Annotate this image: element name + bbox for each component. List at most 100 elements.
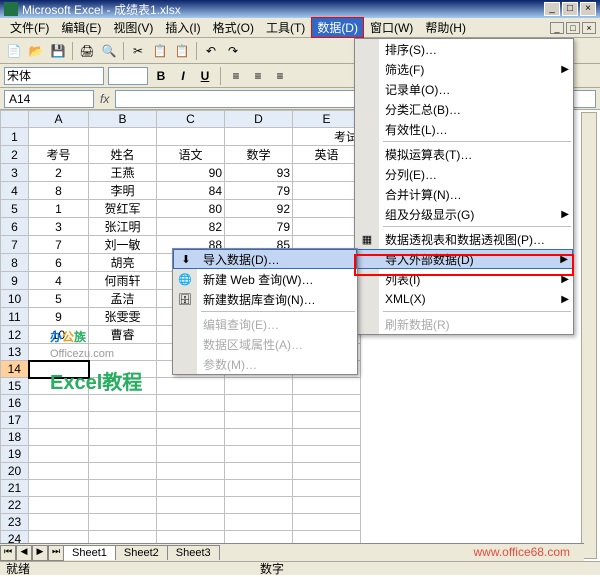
row-header[interactable]: 6	[1, 218, 29, 236]
cell[interactable]: 92	[225, 200, 293, 218]
cell[interactable]: 刘一敏	[89, 236, 157, 254]
cell[interactable]: 4	[29, 272, 89, 290]
menu-group[interactable]: 组及分级显示(G)▶	[355, 204, 573, 224]
menu-sort[interactable]: 排序(S)…	[355, 39, 573, 59]
row-header[interactable]: 16	[1, 395, 29, 412]
menu-tools[interactable]: 工具(T)	[260, 17, 311, 38]
cell[interactable]: 孟洁	[89, 290, 157, 308]
row-header[interactable]: 4	[1, 182, 29, 200]
close-button[interactable]: ×	[580, 2, 596, 16]
cell[interactable]: 考试	[293, 128, 361, 146]
mdi-restore[interactable]: □	[566, 22, 580, 34]
align-left-icon[interactable]: ≡	[227, 67, 245, 85]
maximize-button[interactable]: □	[562, 2, 578, 16]
row-header[interactable]: 11	[1, 308, 29, 326]
menu-file[interactable]: 文件(F)	[4, 17, 55, 38]
row-header[interactable]: 9	[1, 272, 29, 290]
cell[interactable]: 何雨轩	[89, 272, 157, 290]
cell[interactable]: 7	[29, 236, 89, 254]
select-all-corner[interactable]	[1, 111, 29, 128]
row-header[interactable]: 17	[1, 412, 29, 429]
menu-format[interactable]: 格式(O)	[207, 17, 260, 38]
row-header[interactable]: 12	[1, 326, 29, 344]
copy-icon[interactable]: 📋	[150, 41, 170, 61]
row-header[interactable]: 18	[1, 429, 29, 446]
row-header[interactable]: 14	[1, 361, 29, 378]
row-header[interactable]: 23	[1, 514, 29, 531]
menu-validation[interactable]: 有效性(L)…	[355, 119, 573, 139]
row-header[interactable]: 13	[1, 344, 29, 361]
submenu-new-db-query[interactable]: 🗄新建数据库查询(N)…	[173, 289, 357, 309]
row-header[interactable]: 10	[1, 290, 29, 308]
row-header[interactable]: 3	[1, 164, 29, 182]
col-header-b[interactable]: B	[89, 111, 157, 128]
cell[interactable]: 数学	[225, 146, 293, 164]
menu-insert[interactable]: 插入(I)	[159, 17, 206, 38]
paste-icon[interactable]: 📋	[172, 41, 192, 61]
cell[interactable]: 王燕	[89, 164, 157, 182]
cell[interactable]: 8	[29, 182, 89, 200]
cell[interactable]: 考号	[29, 146, 89, 164]
submenu-new-web-query[interactable]: 🌐新建 Web 查询(W)…	[173, 269, 357, 289]
redo-icon[interactable]: ↷	[223, 41, 243, 61]
menu-filter[interactable]: 筛选(F)▶	[355, 59, 573, 79]
cell[interactable]: 李明	[89, 182, 157, 200]
print-icon[interactable]: 🖨	[77, 41, 97, 61]
row-header[interactable]: 8	[1, 254, 29, 272]
minimize-button[interactable]: _	[544, 2, 560, 16]
cut-icon[interactable]: ✂	[128, 41, 148, 61]
menu-subtotal[interactable]: 分类汇总(B)…	[355, 99, 573, 119]
col-header-a[interactable]: A	[29, 111, 89, 128]
underline-icon[interactable]: U	[196, 67, 214, 85]
col-header-c[interactable]: C	[157, 111, 225, 128]
italic-icon[interactable]: I	[174, 67, 192, 85]
cell[interactable]: 84	[157, 182, 225, 200]
cell[interactable]: 1	[29, 200, 89, 218]
col-header-d[interactable]: D	[225, 111, 293, 128]
bold-icon[interactable]: B	[152, 67, 170, 85]
menu-import-external[interactable]: 导入外部数据(D)▶	[355, 249, 573, 269]
cell[interactable]: 80	[157, 200, 225, 218]
cell[interactable]: 6	[29, 254, 89, 272]
align-center-icon[interactable]: ≡	[249, 67, 267, 85]
menu-view[interactable]: 视图(V)	[107, 17, 159, 38]
sheet-tab-1[interactable]: Sheet1	[63, 545, 116, 560]
cell[interactable]: 姓名	[89, 146, 157, 164]
row-header[interactable]: 1	[1, 128, 29, 146]
fx-icon[interactable]: fx	[100, 92, 109, 106]
menu-xml[interactable]: XML(X)▶	[355, 289, 573, 309]
tab-nav-next[interactable]: ▶	[32, 545, 48, 561]
cell[interactable]: 胡亮	[89, 254, 157, 272]
align-right-icon[interactable]: ≡	[271, 67, 289, 85]
menu-edit[interactable]: 编辑(E)	[55, 17, 107, 38]
cell[interactable]: 贺红军	[89, 200, 157, 218]
col-header-e[interactable]: E	[293, 111, 361, 128]
tab-nav-last[interactable]: ⏭	[48, 545, 64, 561]
cell[interactable]: 5	[29, 290, 89, 308]
row-header[interactable]: 2	[1, 146, 29, 164]
row-header[interactable]: 19	[1, 446, 29, 463]
row-header[interactable]: 5	[1, 200, 29, 218]
vertical-scrollbar[interactable]	[581, 112, 597, 559]
cell[interactable]: 3	[29, 218, 89, 236]
name-box[interactable]: A14	[4, 90, 94, 108]
row-header[interactable]: 15	[1, 378, 29, 395]
cell[interactable]: 79	[225, 182, 293, 200]
mdi-minimize[interactable]: _	[550, 22, 564, 34]
menu-table[interactable]: 模拟运算表(T)…	[355, 144, 573, 164]
open-icon[interactable]: 📂	[26, 41, 46, 61]
menu-pivot[interactable]: ▦数据透视表和数据透视图(P)…	[355, 229, 573, 249]
new-icon[interactable]: 📄	[4, 41, 24, 61]
cell[interactable]: 90	[157, 164, 225, 182]
sheet-tab-2[interactable]: Sheet2	[115, 545, 168, 560]
cell[interactable]: 82	[157, 218, 225, 236]
row-header[interactable]: 7	[1, 236, 29, 254]
menu-consolidate[interactable]: 合并计算(N)…	[355, 184, 573, 204]
font-size-select[interactable]	[108, 67, 148, 85]
row-header[interactable]: 22	[1, 497, 29, 514]
menu-text-to-cols[interactable]: 分列(E)…	[355, 164, 573, 184]
row-header[interactable]: 21	[1, 480, 29, 497]
mdi-close[interactable]: ×	[582, 22, 596, 34]
menu-help[interactable]: 帮助(H)	[419, 17, 472, 38]
tab-nav-prev[interactable]: ◀	[16, 545, 32, 561]
